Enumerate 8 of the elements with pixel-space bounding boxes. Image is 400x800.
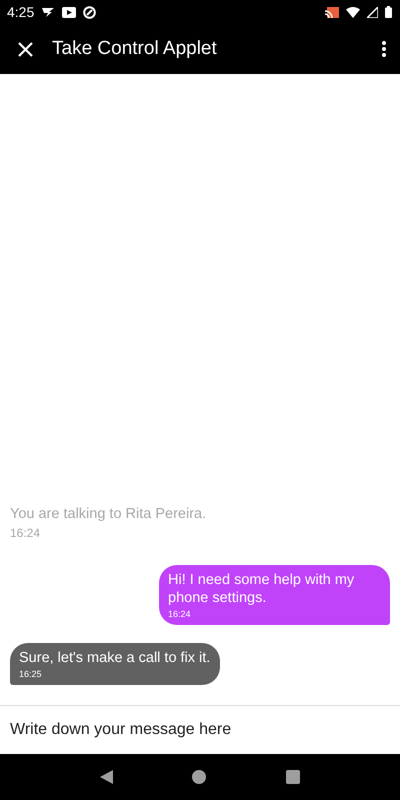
message-time: 16:24: [168, 608, 192, 621]
message-text: Sure, let's make a call to fix it.: [19, 650, 210, 666]
status-time: 4:25: [7, 4, 34, 20]
message-time: 16:24: [10, 525, 42, 542]
app-title: Take Control Applet: [52, 38, 218, 60]
system-message: You are talking to Rita Pereira.: [10, 506, 206, 522]
message-time: 16:25: [19, 668, 43, 681]
message-text: Hi! I need some help with my phone settings.: [168, 572, 354, 606]
